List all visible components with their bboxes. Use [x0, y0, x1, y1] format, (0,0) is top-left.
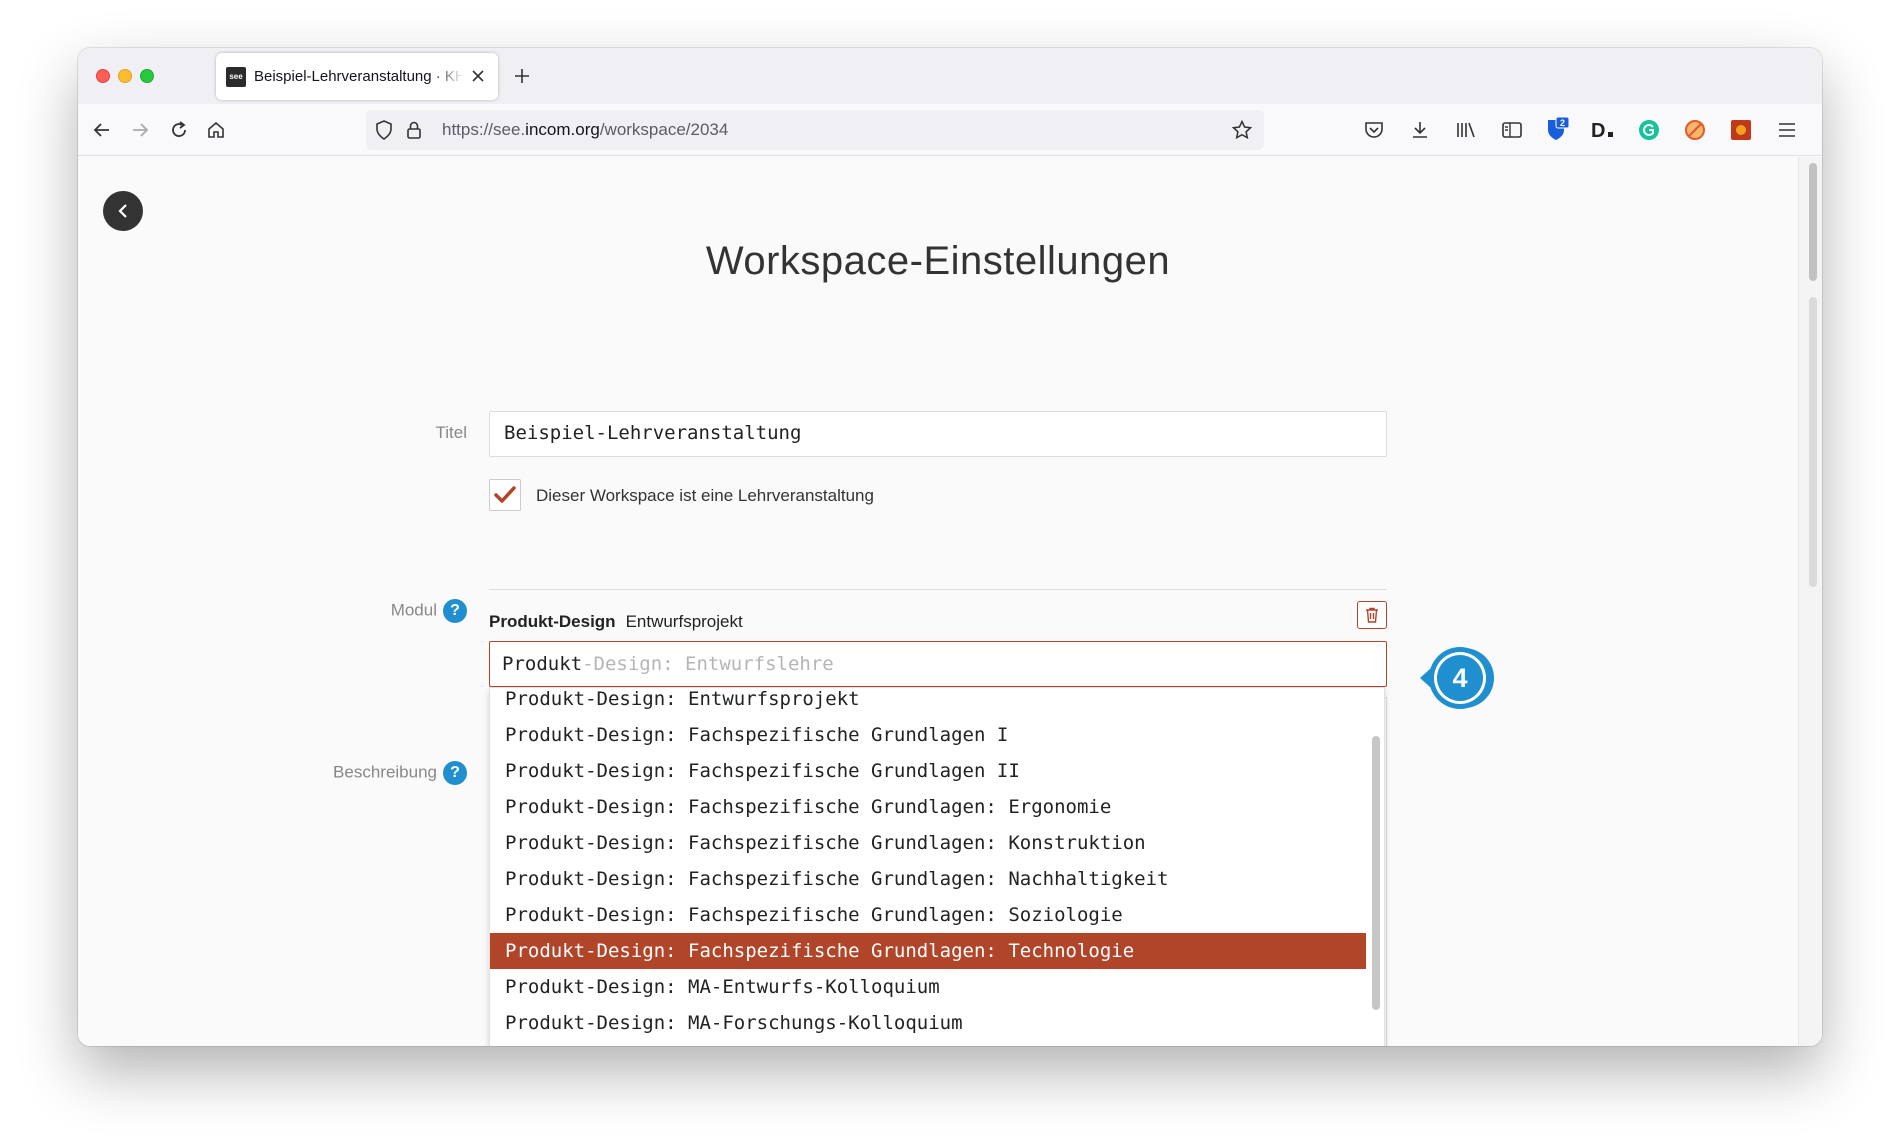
beschreibung-help-icon[interactable]: ?: [443, 761, 467, 785]
remove-module-button[interactable]: [1357, 601, 1387, 629]
grammarly-extension-icon[interactable]: [1635, 116, 1663, 144]
modul-help-icon[interactable]: ?: [443, 599, 467, 623]
page-content: Workspace-Einstellungen Titel Beispiel-L…: [78, 157, 1798, 1046]
bitwarden-extension-icon[interactable]: 2: [1543, 116, 1571, 144]
new-tab-icon[interactable]: [510, 64, 534, 88]
url-text[interactable]: https://see.incom.org/workspace/2034: [442, 120, 728, 140]
module-search-suggestion: -Design: Entwurfslehre: [582, 653, 834, 675]
navigation-toolbar: https://see.incom.org/workspace/2034 2 D: [78, 104, 1822, 156]
selected-module-name: Entwurfsprojekt: [625, 612, 743, 631]
lehrveranstaltung-checkbox[interactable]: [489, 479, 521, 511]
browser-tab-active[interactable]: see Beispiel-Lehrveranstaltung · KHB: [216, 53, 498, 100]
section-divider: [489, 589, 1387, 590]
screenshot-stage: see Beispiel-Lehrveranstaltung · KHB htt…: [0, 0, 1900, 1141]
page-scrollbar-overlay-thumb[interactable]: [1809, 297, 1817, 587]
page-scrollbar[interactable]: [1798, 157, 1822, 1046]
blocker-extension-icon[interactable]: [1681, 116, 1709, 144]
lehrveranstaltung-checkbox-label[interactable]: Dieser Workspace ist eine Lehrveranstalt…: [536, 486, 874, 506]
module-option-highlighted[interactable]: Produkt-Design: Fachspezifische Grundlag…: [490, 933, 1366, 969]
selected-module-program: Produkt-Design: [489, 612, 616, 631]
hamburger-menu-icon[interactable]: [1773, 116, 1801, 144]
module-option[interactable]: Produkt-Design: Fachspezifische Grundlag…: [490, 717, 1366, 753]
close-window-button[interactable]: [96, 69, 110, 83]
page-title: Workspace-Einstellungen: [705, 239, 1171, 283]
titel-input[interactable]: Beispiel-Lehrveranstaltung: [489, 411, 1387, 457]
tracking-shield-icon[interactable]: [372, 118, 396, 142]
tab-close-icon[interactable]: [466, 64, 490, 88]
pocket-icon[interactable]: [1360, 116, 1388, 144]
color-picker-extension-icon[interactable]: [1727, 116, 1755, 144]
minimize-window-button[interactable]: [118, 69, 132, 83]
module-option[interactable]: Produkt-Design: Entwurfsprojekt: [490, 688, 1366, 717]
module-search-input[interactable]: Produkt-Design: Entwurfslehre: [489, 641, 1387, 687]
sidebar-icon[interactable]: [1498, 116, 1526, 144]
checkmark-icon: [494, 486, 516, 503]
lock-icon[interactable]: [402, 118, 426, 142]
forward-arrow-icon[interactable]: [126, 116, 154, 144]
site-favicon-icon: see: [226, 66, 246, 87]
module-option[interactable]: Produkt-Design: Fachspezifische Grundlag…: [490, 861, 1366, 897]
svg-text:D: D: [1591, 120, 1605, 141]
modul-label: Modul: [390, 600, 437, 620]
back-button[interactable]: [103, 191, 143, 231]
address-bar[interactable]: https://see.incom.org/workspace/2034: [366, 110, 1264, 150]
modul-label-group: Modul?: [391, 599, 467, 623]
module-option[interactable]: Produkt-Design: Fachspezifische Grundlag…: [490, 825, 1366, 861]
trash-icon: [1366, 607, 1378, 623]
tab-title: Beispiel-Lehrveranstaltung · KHB: [254, 68, 464, 85]
module-option[interactable]: Produkt-Design: Fachspezifische Grundlag…: [490, 753, 1366, 789]
zoom-window-button[interactable]: [140, 69, 154, 83]
module-search-typed: Produkt: [502, 653, 583, 675]
titel-label: Titel: [435, 423, 468, 442]
module-option[interactable]: Produkt-Design: Fachspezifische Grundlag…: [490, 897, 1366, 933]
download-icon[interactable]: [1406, 116, 1434, 144]
reload-icon[interactable]: [165, 116, 193, 144]
module-suggestions-dropdown[interactable]: Produkt-Design: Entwurfsprojekt Produkt-D…: [489, 687, 1385, 1046]
beschreibung-label-group: Beschreibung?: [333, 761, 467, 785]
tab-strip: see Beispiel-Lehrveranstaltung · KHB: [78, 48, 1822, 104]
browser-window: see Beispiel-Lehrveranstaltung · KHB htt…: [78, 48, 1822, 1046]
bookmark-star-icon[interactable]: [1230, 118, 1254, 142]
callout-number: 4: [1452, 663, 1467, 693]
home-icon[interactable]: [202, 116, 230, 144]
module-option[interactable]: Produkt-Design: Fachspezifische Grundlag…: [490, 789, 1366, 825]
module-option[interactable]: Produkt-Design: Präsentation / Dokumenta…: [490, 1041, 1366, 1046]
dimensions-extension-icon[interactable]: D: [1589, 116, 1617, 144]
dropdown-scrollbar[interactable]: [1372, 736, 1380, 1010]
beschreibung-label: Beschreibung: [333, 762, 437, 782]
module-option[interactable]: Produkt-Design: MA-Forschungs-Kolloquium: [490, 1005, 1366, 1041]
svg-text:2: 2: [1560, 118, 1565, 128]
back-arrow-icon[interactable]: [88, 116, 116, 144]
page-scrollbar-thumb[interactable]: [1809, 163, 1817, 281]
library-icon[interactable]: [1452, 116, 1480, 144]
module-option[interactable]: Produkt-Design: MA-Entwurfs-Kolloquium: [490, 969, 1366, 1005]
chevron-left-icon: [118, 204, 127, 218]
module-suggestions-list: Produkt-Design: Entwurfsprojekt Produkt-D…: [490, 688, 1366, 1046]
selected-module: Produkt-Design Entwurfsprojekt: [489, 612, 743, 632]
step-callout-badge: 4: [1400, 640, 1496, 716]
